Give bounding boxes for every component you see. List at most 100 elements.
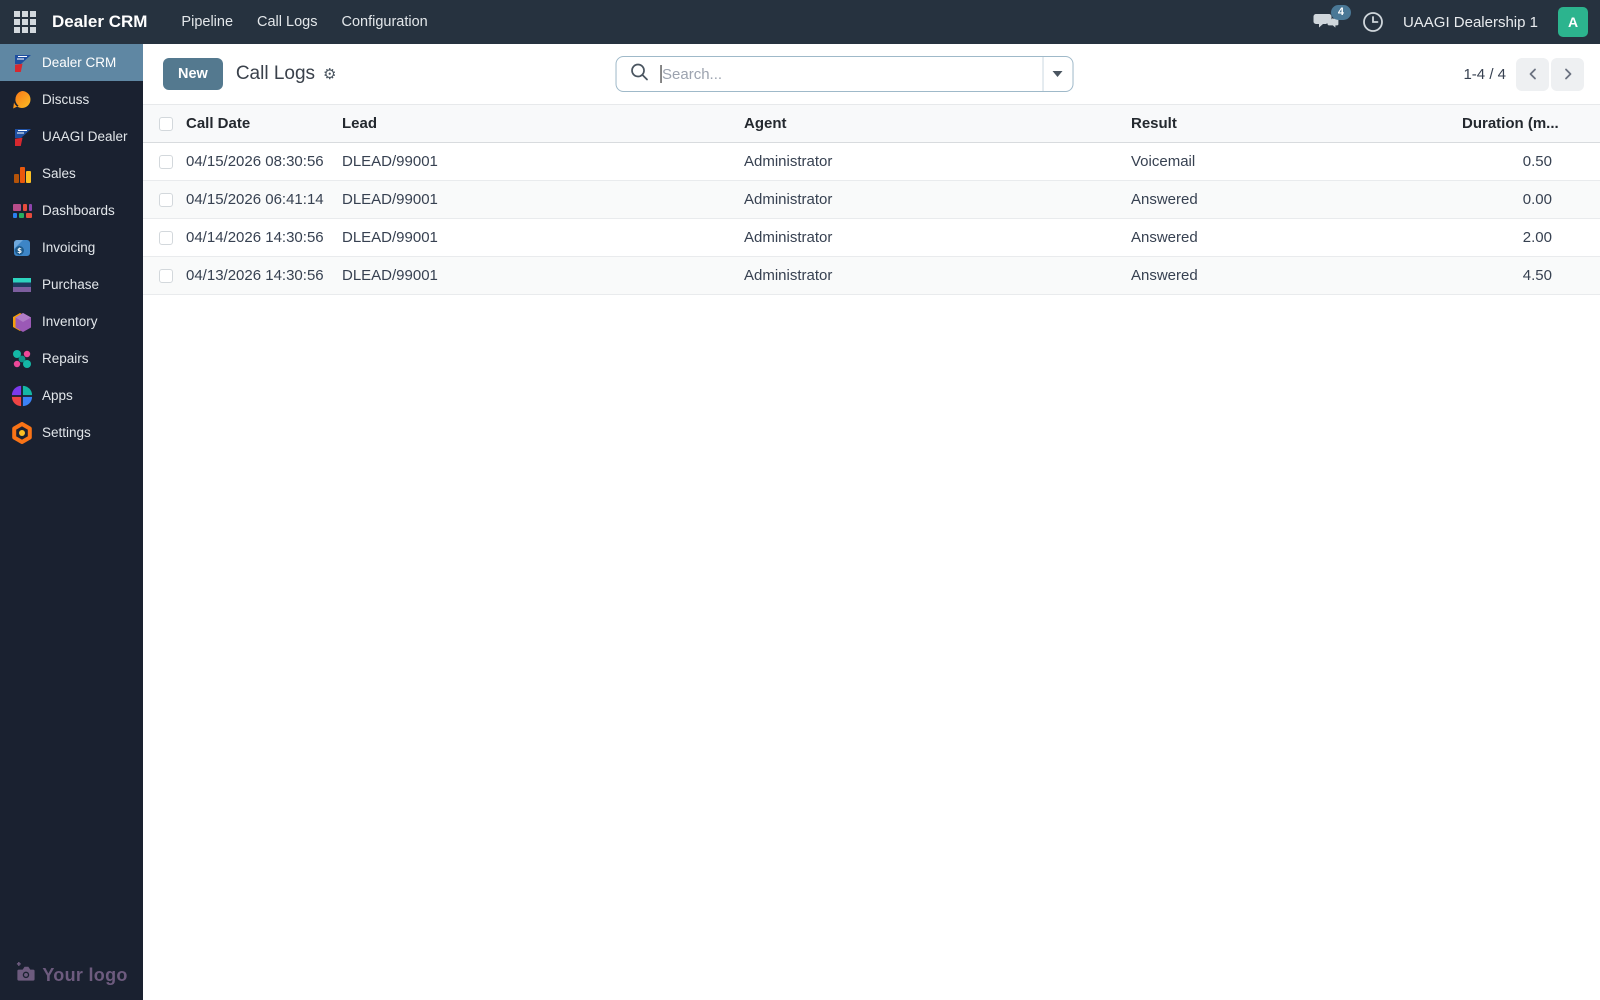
main-content: New Call Logs ⚙ 1-4 / 4 (143, 44, 1600, 1000)
uaagi-dealer-logo-icon (11, 126, 33, 148)
cell-call-date[interactable]: 04/15/2026 08:30:56 (186, 142, 342, 181)
new-button[interactable]: New (163, 58, 223, 90)
chevron-down-icon (1052, 71, 1063, 77)
row-checkbox[interactable] (159, 230, 173, 245)
sidebar-item-label: Invoicing (42, 240, 96, 255)
cell-result[interactable]: Answered (1131, 218, 1462, 257)
messages-button[interactable]: 4 (1313, 5, 1351, 37)
sidebar-item-label: Settings (42, 425, 91, 440)
user-avatar[interactable]: A (1558, 7, 1588, 37)
cell-result[interactable]: Voicemail (1131, 142, 1462, 181)
sidebar-item-label: UAAGI Dealer (42, 129, 128, 144)
cell-lead[interactable]: DLEAD/99001 (342, 218, 744, 257)
sidebar-item-label: Dealer CRM (42, 55, 117, 70)
cell-duration[interactable]: 0.50 (1462, 142, 1600, 181)
cell-lead[interactable]: DLEAD/99001 (342, 180, 744, 219)
pager-next-button[interactable] (1551, 57, 1584, 91)
column-header-duration[interactable]: Duration (m... (1462, 104, 1600, 143)
select-all-checkbox-cell (143, 104, 186, 143)
invoicing-icon: $ (11, 237, 33, 259)
nav-menu-pipeline[interactable]: Pipeline (169, 8, 245, 36)
cell-lead[interactable]: DLEAD/99001 (342, 256, 744, 295)
activities-clock-icon[interactable] (1361, 10, 1385, 34)
sidebar-item-label: Inventory (42, 314, 98, 329)
pager-range: 1-4 / 4 (1463, 65, 1506, 83)
settings-icon (11, 421, 33, 444)
purchase-icon (11, 274, 33, 296)
row-checkbox[interactable] (159, 268, 173, 283)
table-header-row: Call Date Lead Agent Result Duration (m.… (143, 104, 1600, 143)
sidebar-item-label: Sales (42, 166, 76, 181)
footer-logo-text: Your logo (42, 964, 128, 985)
sidebar-item-label: Apps (42, 388, 73, 403)
sidebar-item-discuss[interactable]: Discuss (0, 81, 143, 118)
sidebar-item-invoicing[interactable]: $ Invoicing (0, 229, 143, 266)
nav-menu-configuration[interactable]: Configuration (329, 8, 439, 36)
control-panel: New Call Logs ⚙ 1-4 / 4 (143, 44, 1600, 104)
cell-duration[interactable]: 2.00 (1462, 218, 1600, 257)
chat-bubbles-icon (1313, 14, 1341, 37)
pager: 1-4 / 4 (1463, 57, 1584, 91)
apps-menu-icon[interactable] (14, 11, 36, 33)
sidebar-item-dealer-crm[interactable]: Dealer CRM (0, 44, 143, 81)
sidebar-footer-logo: Your logo (0, 962, 143, 988)
column-header-lead[interactable]: Lead (342, 104, 744, 143)
cell-duration[interactable]: 0.00 (1462, 180, 1600, 219)
cell-agent[interactable]: Administrator (744, 180, 1131, 219)
cell-call-date[interactable]: 04/15/2026 06:41:14 (186, 180, 342, 219)
pager-previous-button[interactable] (1516, 57, 1549, 91)
column-header-agent[interactable]: Agent (744, 104, 1131, 143)
search-input[interactable] (662, 65, 1035, 83)
column-header-call-date[interactable]: Call Date (186, 104, 342, 143)
row-checkbox[interactable] (159, 192, 173, 207)
sidebar-item-label: Repairs (42, 351, 89, 366)
search-icon (628, 61, 650, 88)
call-logs-table: Call Date Lead Agent Result Duration (m.… (143, 104, 1600, 295)
messages-count-badge: 4 (1330, 5, 1351, 20)
cell-lead[interactable]: DLEAD/99001 (342, 142, 744, 181)
view-settings-gear-icon[interactable]: ⚙ (323, 67, 336, 82)
camera-plus-icon (15, 962, 36, 988)
sidebar-item-apps[interactable]: Apps (0, 377, 143, 414)
column-header-result[interactable]: Result (1131, 104, 1462, 143)
repairs-icon (11, 348, 33, 370)
sidebar-item-label: Dashboards (42, 203, 115, 218)
sidebar-item-settings[interactable]: Settings (0, 414, 143, 451)
company-switcher[interactable]: UAAGI Dealership 1 (1403, 14, 1538, 31)
text-cursor (660, 65, 662, 83)
sidebar-item-purchase[interactable]: Purchase (0, 266, 143, 303)
svg-text:$: $ (17, 247, 22, 255)
top-navbar: Dealer CRM Pipeline Call Logs Configurat… (0, 0, 1600, 44)
chevron-right-icon (1564, 68, 1571, 80)
cell-call-date[interactable]: 04/14/2026 14:30:56 (186, 218, 342, 257)
sidebar-item-uaagi-dealer[interactable]: UAAGI Dealer (0, 118, 143, 155)
app-name[interactable]: Dealer CRM (52, 12, 147, 32)
sidebar-item-inventory[interactable]: Inventory (0, 303, 143, 340)
cell-call-date[interactable]: 04/13/2026 14:30:56 (186, 256, 342, 295)
cell-agent[interactable]: Administrator (744, 218, 1131, 257)
table-row[interactable]: 04/15/2026 06:41:14 DLEAD/99001 Administ… (143, 180, 1600, 219)
dashboards-icon (11, 200, 33, 222)
dealer-crm-logo-icon (11, 52, 33, 74)
sidebar-item-dashboards[interactable]: Dashboards (0, 192, 143, 229)
row-checkbox[interactable] (159, 154, 173, 169)
sidebar-item-label: Purchase (42, 277, 100, 292)
sidebar-item-sales[interactable]: Sales (0, 155, 143, 192)
cell-agent[interactable]: Administrator (744, 256, 1131, 295)
apps-icon (11, 385, 33, 407)
app-sidebar: Dealer CRM Discuss UAAGI Dealer Sales Da… (0, 44, 143, 1000)
cell-result[interactable]: Answered (1131, 180, 1462, 219)
table-row[interactable]: 04/14/2026 14:30:56 DLEAD/99001 Administ… (143, 218, 1600, 257)
search-bar (615, 56, 1074, 92)
select-all-checkbox[interactable] (159, 116, 173, 131)
page-title: Call Logs (235, 63, 316, 84)
table-row[interactable]: 04/15/2026 08:30:56 DLEAD/99001 Administ… (143, 142, 1600, 181)
cell-agent[interactable]: Administrator (744, 142, 1131, 181)
cell-result[interactable]: Answered (1131, 256, 1462, 295)
cell-duration[interactable]: 4.50 (1462, 256, 1600, 295)
table-row[interactable]: 04/13/2026 14:30:56 DLEAD/99001 Administ… (143, 256, 1600, 295)
search-dropdown-toggle[interactable] (1042, 57, 1072, 91)
nav-menu-call-logs[interactable]: Call Logs (245, 8, 329, 36)
sales-icon (11, 163, 33, 185)
sidebar-item-repairs[interactable]: Repairs (0, 340, 143, 377)
